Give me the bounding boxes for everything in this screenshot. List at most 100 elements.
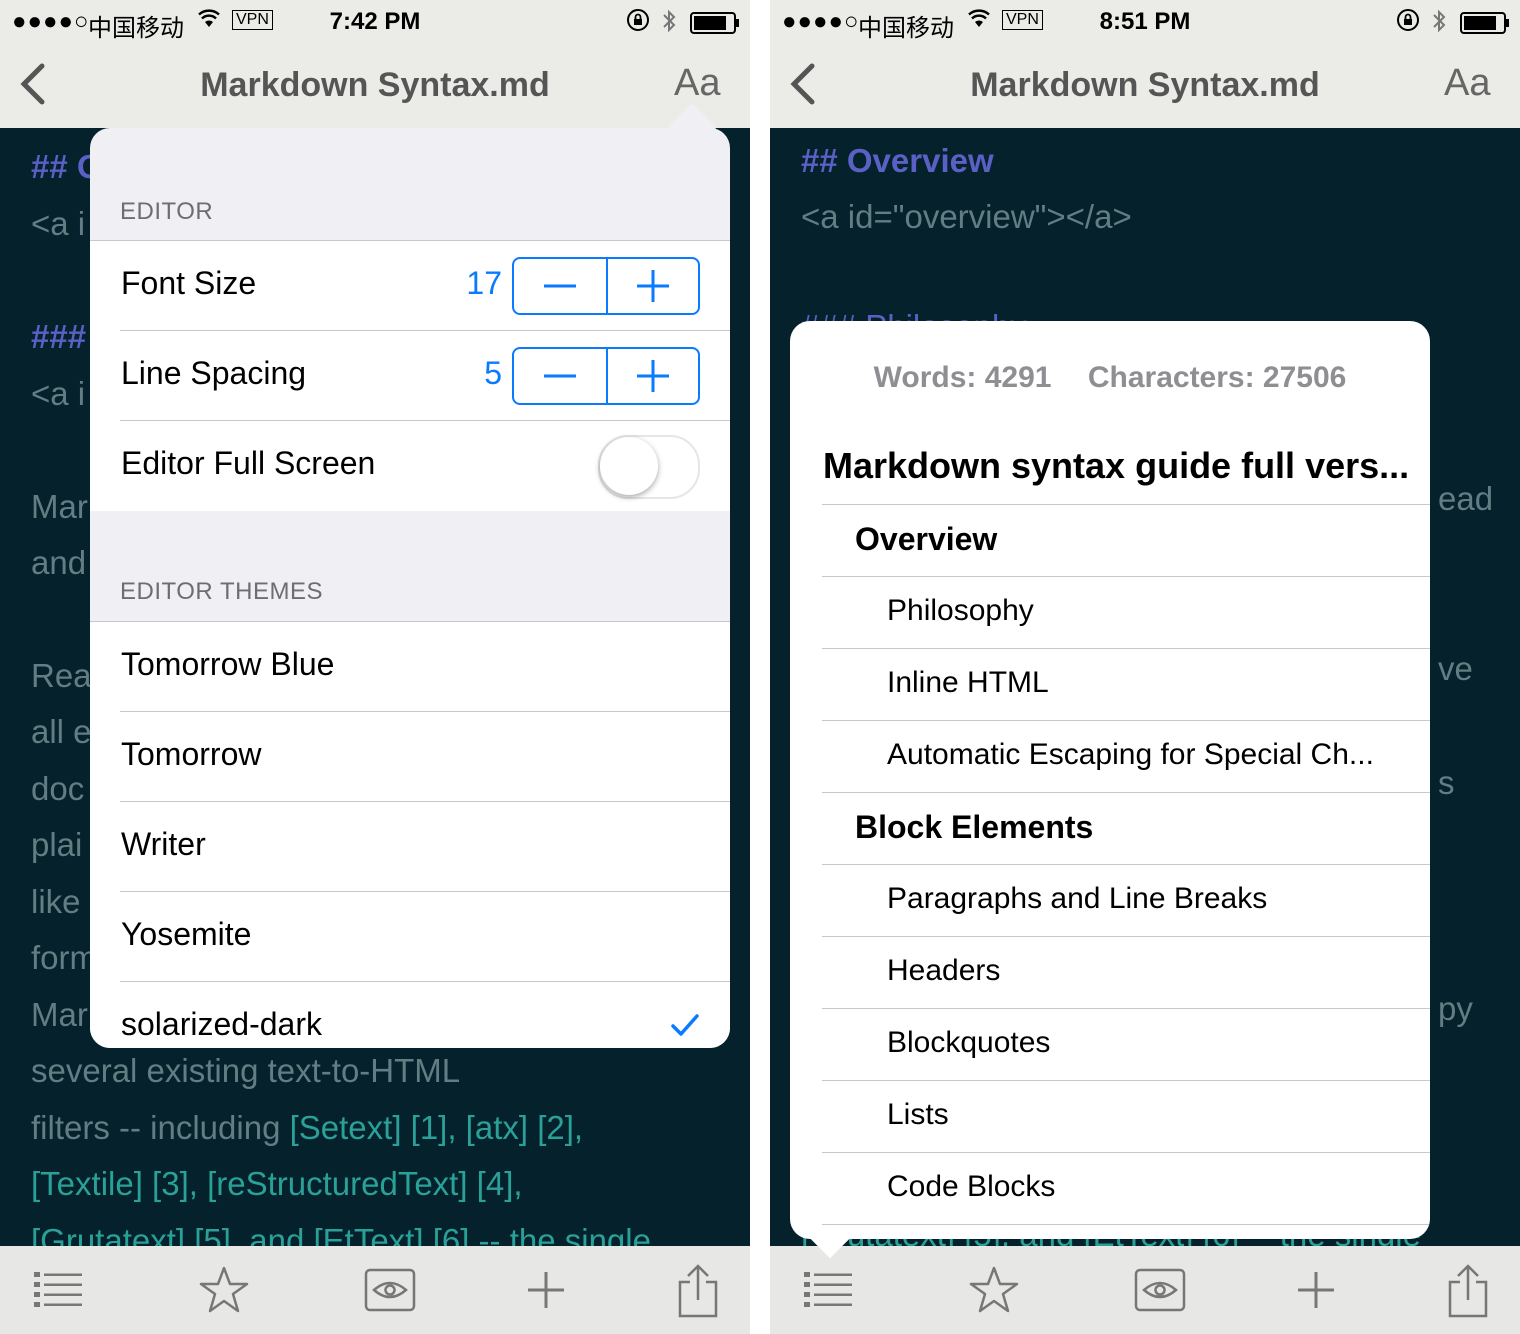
eye-icon[interactable] (362, 1264, 418, 1316)
editor-line: ve (1438, 650, 1473, 687)
editor-line: Mar (31, 488, 88, 525)
toc-item[interactable]: Inline HTML (822, 649, 1430, 721)
toc-item[interactable]: Lists (822, 1081, 1430, 1153)
star-icon[interactable] (196, 1264, 252, 1316)
toc-item[interactable]: Paragraphs and Line Breaks (822, 865, 1430, 937)
battery-icon (1460, 12, 1509, 34)
toc-item[interactable]: Blockquotes (822, 1009, 1430, 1081)
line-spacing-row: Line Spacing 5 (90, 331, 730, 421)
font-settings-button[interactable]: Aa (674, 62, 720, 105)
character-count: Characters: 27506 (1087, 361, 1347, 394)
editor-line: <a i (31, 375, 86, 412)
share-icon[interactable] (1440, 1264, 1496, 1318)
theme-label: Yosemite (121, 916, 252, 952)
status-bar: ●●●●○ 中国移动 VPN 7:42 PM (0, 0, 750, 42)
share-icon[interactable] (670, 1264, 726, 1318)
battery-icon (690, 12, 739, 34)
theme-option[interactable]: Writer (90, 802, 730, 892)
editor-line: all e (31, 713, 92, 750)
toc-item-text: Overview (855, 521, 998, 557)
toc-item-text: Philosophy (887, 594, 1034, 627)
editor-line: several existing text-to-HTML (31, 1052, 461, 1089)
editor-line: ## Overview (801, 142, 994, 179)
font-size-stepper[interactable] (512, 257, 700, 315)
bluetooth-icon (1432, 8, 1446, 41)
theme-option[interactable]: Tomorrow (90, 712, 730, 802)
theme-option[interactable]: Tomorrow Blue (90, 622, 730, 712)
theme-option[interactable]: Yosemite (90, 892, 730, 982)
theme-label: Tomorrow (121, 736, 262, 772)
editor-line: plai (31, 826, 83, 863)
toc-item-text: Block Elements (855, 809, 1094, 845)
eye-icon[interactable] (1132, 1264, 1188, 1316)
word-count: Words: 4291 (873, 361, 1052, 394)
toc-item[interactable]: Headers (822, 937, 1430, 1009)
left-screen: ●●●●○ 中国移动 VPN 7:42 PM Markdown Syntax.m… (0, 0, 750, 1334)
fullscreen-toggle[interactable] (598, 435, 700, 499)
rotation-lock-icon (626, 8, 650, 39)
list-icon[interactable] (800, 1264, 856, 1316)
plus-icon[interactable] (518, 1264, 574, 1316)
increase-spacing-button[interactable] (608, 349, 698, 403)
editor-line: <a id="overview"></a> (801, 198, 1132, 235)
decrease-font-button[interactable] (514, 259, 608, 313)
toc-item-text: Paragraphs and Line Breaks (887, 882, 1268, 915)
nav-bar: Markdown Syntax.md Aa (0, 42, 750, 128)
outline-popover: Words: 4291 Characters: 27506 Markdown s… (790, 321, 1430, 1239)
toc-title[interactable]: Markdown syntax guide full vers... (822, 433, 1430, 505)
editor-line: s (1438, 764, 1455, 801)
nav-bar: Markdown Syntax.md Aa (770, 42, 1520, 128)
toc-item-text: Inline HTML (887, 666, 1049, 699)
editor-link-text: [Setext] [1], [atx] [2], (289, 1109, 584, 1146)
decrease-spacing-button[interactable] (514, 349, 608, 403)
toc-item[interactable]: Block Elements (822, 793, 1430, 865)
editor-line: Mar (31, 996, 88, 1033)
fullscreen-label: Editor Full Screen (121, 445, 376, 481)
editor-line: ead (1438, 480, 1494, 517)
toc-item[interactable]: Overview (822, 505, 1430, 577)
theme-label: Tomorrow Blue (121, 646, 335, 682)
editor-line: and (31, 544, 87, 581)
document-stats: Words: 4291 Characters: 27506 (790, 361, 1430, 395)
section-header-themes: EDITOR THEMES (120, 578, 323, 605)
editor-line: form (31, 939, 97, 976)
toc-item-text: Headers (887, 954, 1001, 987)
right-screen: ●●●●○ 中国移动 VPN 8:51 PM Markdown Syntax.m… (770, 0, 1520, 1334)
editor-line: <a i (31, 205, 86, 242)
theme-option-selected[interactable]: solarized-dark (90, 982, 730, 1048)
toc-item-text: Automatic Escaping for Special Ch... (887, 738, 1374, 771)
plus-icon[interactable] (1288, 1264, 1344, 1316)
theme-label: solarized-dark (121, 1006, 322, 1042)
editor-line: py (1438, 990, 1473, 1027)
editor-text: filters -- including (31, 1109, 281, 1146)
list-icon[interactable] (30, 1264, 86, 1316)
toc-item[interactable]: Philosophy (822, 577, 1430, 649)
star-icon[interactable] (966, 1264, 1022, 1316)
fullscreen-row: Editor Full Screen (90, 421, 730, 511)
toc-item-text: Blockquotes (887, 1026, 1051, 1059)
toggle-knob (600, 437, 658, 495)
section-header-editor: EDITOR (120, 198, 214, 225)
divider (822, 1224, 1430, 1225)
editor-line: [Grutatext] [5], and [EtText] [6] -- the… (31, 1222, 651, 1246)
line-spacing-value: 5 (484, 355, 502, 391)
toc-item[interactable]: Code Blocks (822, 1153, 1430, 1225)
bottom-toolbar (0, 1246, 750, 1334)
line-spacing-stepper[interactable] (512, 347, 700, 405)
document-title: Markdown Syntax.md (200, 66, 550, 104)
document-title: Markdown Syntax.md (970, 66, 1320, 104)
increase-font-button[interactable] (608, 259, 698, 313)
editor-line: doc (31, 770, 85, 807)
toc-item-text: Lists (887, 1098, 949, 1131)
editor-line: ### (31, 318, 87, 355)
status-bar: ●●●●○ 中国移动 VPN 8:51 PM (770, 0, 1520, 42)
line-spacing-label: Line Spacing (121, 355, 307, 391)
editor-line: [Textile] [3], [reStructuredText] [4], (31, 1165, 523, 1202)
font-size-row: Font Size 17 (90, 241, 730, 331)
font-settings-button[interactable]: Aa (1444, 62, 1490, 105)
editor-line: Rea (31, 657, 92, 694)
toc-item[interactable]: Automatic Escaping for Special Ch... (822, 721, 1430, 793)
rotation-lock-icon (1396, 8, 1420, 39)
toc-title-text: Markdown syntax guide full vers... (823, 445, 1410, 486)
toc-item-text: Code Blocks (887, 1170, 1056, 1203)
